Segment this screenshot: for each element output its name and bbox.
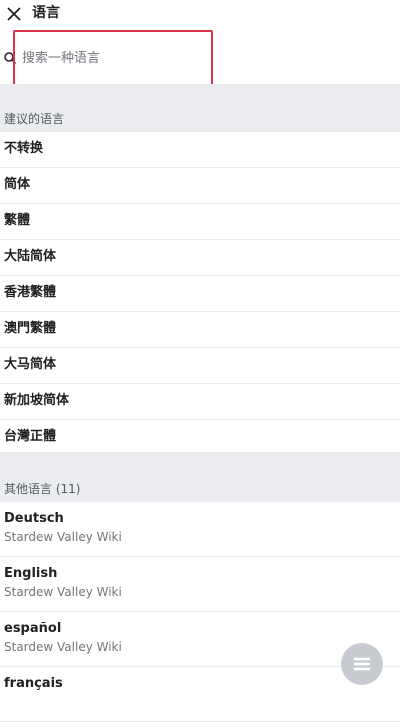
menu-button[interactable] <box>341 643 383 685</box>
suggested-language-list: 不转换 简体 繁體 大陆简体 香港繁體 澳門繁體 大马简体 新加坡简体 台灣正體 <box>0 132 400 456</box>
language-search-input[interactable] <box>22 47 202 69</box>
other-languages-heading: 其他语言 (11) <box>0 452 400 502</box>
language-item[interactable]: 澳門繁體 <box>0 312 400 348</box>
search-icon <box>4 52 17 65</box>
suggested-languages-heading: 建议的语言 <box>0 84 400 132</box>
language-site: Stardew Valley Wiki <box>4 640 122 654</box>
other-language-list: Deutsch Stardew Valley Wiki English Star… <box>0 502 400 722</box>
language-name: français <box>4 676 63 691</box>
page-title: 语言 <box>32 5 60 21</box>
language-item[interactable]: 繁體 <box>0 204 400 240</box>
language-item[interactable]: English Stardew Valley Wiki <box>0 557 400 612</box>
language-item[interactable]: español Stardew Valley Wiki <box>0 612 400 667</box>
top-bar: 语言 <box>0 0 400 30</box>
language-name: Deutsch <box>4 511 64 526</box>
language-item[interactable]: 大陆简体 <box>0 240 400 276</box>
language-item[interactable]: 大马简体 <box>0 348 400 384</box>
language-item[interactable]: 简体 <box>0 168 400 204</box>
language-item[interactable]: 香港繁體 <box>0 276 400 312</box>
language-site: Stardew Valley Wiki <box>4 530 122 544</box>
language-name: English <box>4 566 58 581</box>
search-bar <box>0 34 400 84</box>
language-item[interactable]: 不转换 <box>0 132 400 168</box>
close-icon[interactable] <box>4 4 24 24</box>
language-name: español <box>4 621 62 636</box>
menu-icon <box>353 657 371 671</box>
language-site: Stardew Valley Wiki <box>4 585 122 599</box>
language-item[interactable]: 新加坡简体 <box>0 384 400 420</box>
language-item[interactable]: Deutsch Stardew Valley Wiki <box>0 502 400 557</box>
language-item[interactable]: français <box>0 667 400 722</box>
language-item[interactable]: 台灣正體 <box>0 420 400 456</box>
